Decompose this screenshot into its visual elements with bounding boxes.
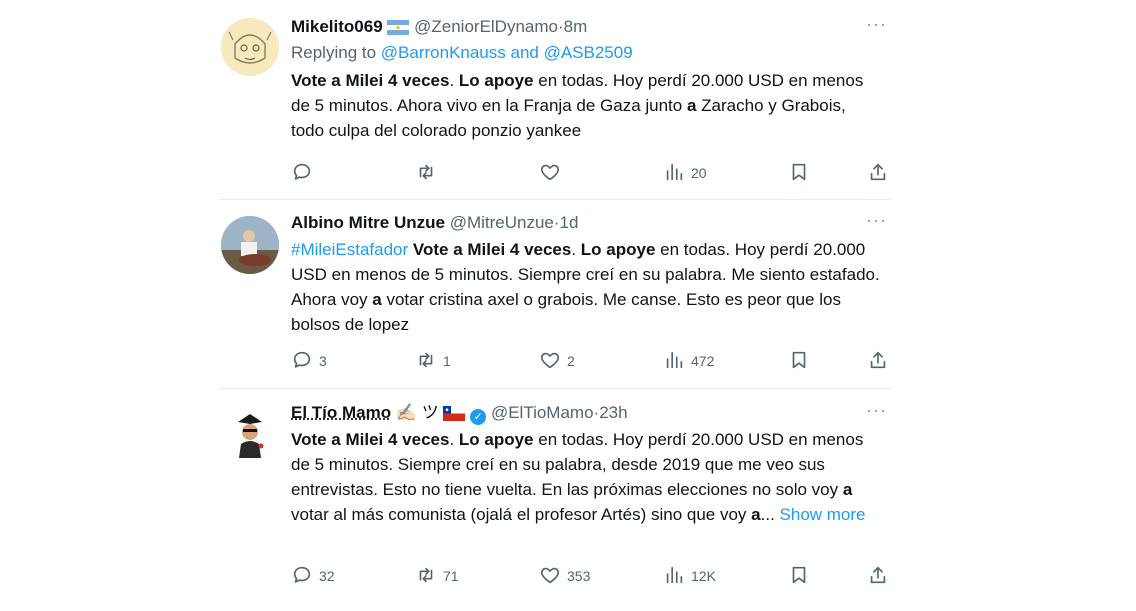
retweet-button[interactable]: 71 [415, 563, 459, 589]
share-icon [867, 349, 889, 374]
views-icon [663, 349, 685, 374]
views-icon [663, 161, 685, 186]
retweet-icon [415, 564, 437, 589]
reply-icon [291, 161, 313, 186]
replying-to-users[interactable]: @BarronKnauss and @ASB2509 [381, 43, 633, 62]
tweet-header: Mikelito069 @ZeniorElDynamo·8m [291, 16, 881, 38]
views-icon [663, 564, 685, 589]
timestamp[interactable]: 23h [599, 403, 627, 422]
display-name[interactable]: Mikelito069 [291, 17, 383, 36]
retweet-button[interactable]: 1 [415, 348, 451, 374]
timestamp[interactable]: 1d [560, 213, 579, 232]
text-segment: . [571, 240, 581, 259]
tweet-text: #MileiEstafador Vote a Milei 4 veces. Lo… [291, 237, 881, 337]
views-button[interactable]: 20 [663, 160, 707, 186]
like-icon [539, 349, 561, 374]
tweet-header: El Tío Mamo ✍🏻 ツ ✓ @ElTioMamo·23h [291, 402, 881, 427]
text-segment: a [842, 480, 853, 499]
replying-to: Replying to @BarronKnauss and @ASB2509 [291, 41, 881, 65]
replies-count: 32 [319, 568, 335, 584]
text-segment: Vote a Milei 4 veces [291, 71, 450, 90]
text-segment: a [751, 505, 761, 524]
reply-icon [291, 564, 313, 589]
share-button[interactable] [867, 160, 889, 186]
argentina-flag-icon [387, 19, 410, 41]
hashtag-link[interactable]: #MileiEstafador [291, 240, 408, 259]
handle[interactable]: @ElTioMamo [491, 403, 594, 422]
text-segment: Vote a Milei 4 veces [412, 240, 572, 259]
tweet-feed: Mikelito069 @ZeniorElDynamo·8m Replying … [219, 0, 891, 611]
divider [219, 388, 891, 389]
display-name[interactable]: Albino Mitre Unzue [291, 213, 445, 232]
display-name[interactable]: El Tío Mamo [291, 403, 391, 422]
views-count: 20 [691, 165, 707, 181]
handle[interactable]: @MitreUnzue [450, 213, 554, 232]
text-segment: ... [760, 505, 775, 524]
views-count: 472 [691, 353, 715, 369]
bookmark-icon [788, 161, 810, 186]
views-button[interactable]: 472 [663, 348, 714, 374]
like-button[interactable] [539, 160, 561, 186]
tweet-text: Vote a Milei 4 veces. Lo apoye en todas.… [291, 427, 881, 527]
bookmark-button[interactable] [788, 563, 810, 589]
retweets-count: 71 [443, 568, 459, 584]
share-button[interactable] [867, 348, 889, 374]
tweet-actions: 3 1 2 472 [291, 348, 891, 374]
likes-count: 353 [567, 568, 591, 584]
reply-icon [291, 349, 313, 374]
more-dots-icon[interactable]: ··· [866, 210, 887, 231]
handle[interactable]: @ZeniorElDynamo [414, 17, 558, 36]
retweet-button[interactable] [415, 160, 437, 186]
reply-button[interactable]: 32 [291, 563, 335, 589]
text-segment: . [449, 430, 459, 449]
avatar[interactable] [221, 18, 279, 76]
share-icon [867, 161, 889, 186]
more-dots-icon[interactable]: ··· [866, 400, 887, 421]
tweet-actions: 32 71 353 12K [291, 563, 891, 589]
retweet-icon [415, 349, 437, 374]
likes-count: 2 [567, 353, 575, 369]
like-button[interactable]: 2 [539, 348, 575, 374]
show-more-link[interactable]: Show more [775, 505, 866, 524]
replies-count: 3 [319, 353, 327, 369]
text-segment: Vote a Milei 4 veces [291, 430, 450, 449]
avatar[interactable] [221, 216, 279, 274]
timestamp[interactable]: 8m [564, 17, 588, 36]
views-button[interactable]: 12K [663, 563, 716, 589]
reply-button[interactable]: 3 [291, 348, 327, 374]
text-segment: Lo apoye [458, 71, 534, 90]
tweet-text: Vote a Milei 4 veces. Lo apoye en todas.… [291, 68, 881, 143]
like-icon [539, 161, 561, 186]
text-segment: . [449, 71, 459, 90]
reply-button[interactable] [291, 160, 313, 186]
verified-badge-icon[interactable]: ✓ [470, 409, 487, 425]
text-segment: Lo apoye [580, 240, 656, 259]
text-segment: votar al más comunista (ojalá el profeso… [291, 505, 752, 524]
tweet-actions: 20 [291, 160, 891, 186]
like-icon [539, 564, 561, 589]
avatar[interactable] [221, 402, 279, 460]
chile-flag-icon [443, 405, 466, 427]
like-button[interactable]: 353 [539, 563, 590, 589]
retweets-count: 1 [443, 353, 451, 369]
tweet-header: Albino Mitre Unzue @MitreUnzue·1d [291, 212, 881, 234]
bookmark-icon [788, 349, 810, 374]
retweet-icon [415, 161, 437, 186]
share-button[interactable] [867, 563, 889, 589]
bookmark-icon [788, 564, 810, 589]
emoji-decoration: ✍🏻 ツ [395, 403, 439, 422]
bookmark-button[interactable] [788, 348, 810, 374]
views-count: 12K [691, 568, 716, 584]
replying-to-label: Replying to [291, 43, 381, 62]
share-icon [867, 564, 889, 589]
bookmark-button[interactable] [788, 160, 810, 186]
text-segment: Lo apoye [458, 430, 534, 449]
more-dots-icon[interactable]: ··· [866, 14, 887, 35]
text-segment: a [372, 290, 382, 309]
